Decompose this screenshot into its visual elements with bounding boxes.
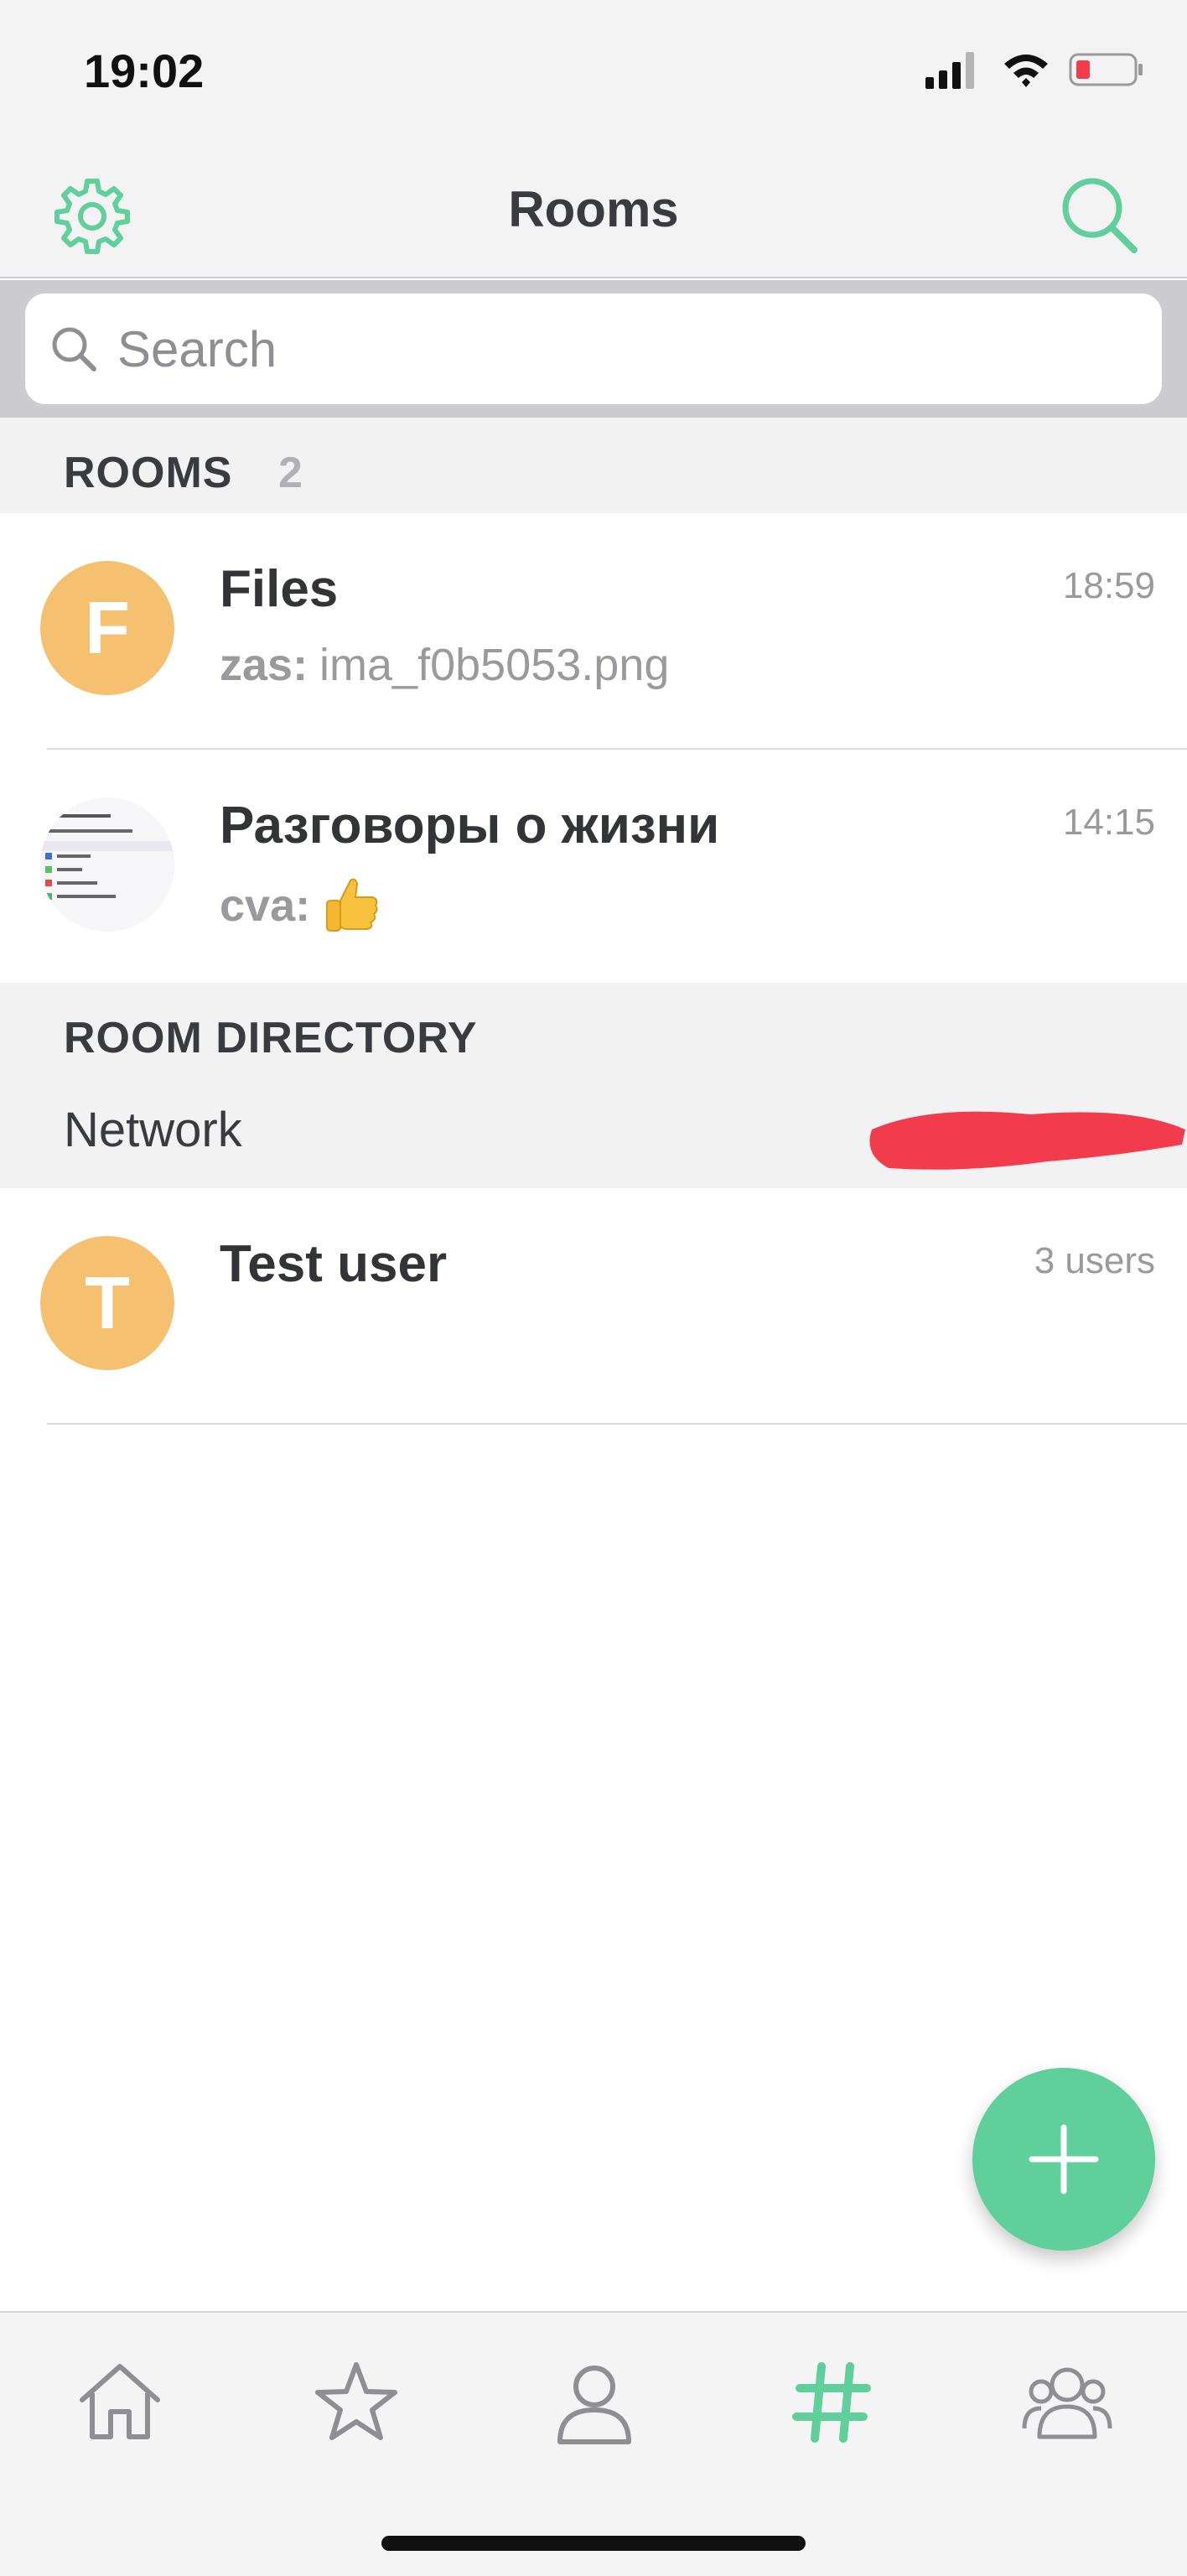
search-bar — [0, 280, 1187, 418]
status-time: 19:02 — [84, 44, 205, 97]
divider — [47, 1423, 1187, 1425]
avatar: T — [40, 1236, 174, 1370]
nav-bar: Rooms — [0, 143, 1187, 278]
person-icon[interactable] — [548, 2356, 640, 2449]
directory-row-test-user[interactable]: T Test user 3 users — [0, 1188, 1187, 1425]
search-field[interactable] — [25, 293, 1162, 404]
room-last-message: zas: ima_f0b5053.png — [220, 639, 669, 691]
avatar — [40, 797, 174, 932]
search-icon[interactable] — [1057, 173, 1141, 257]
message-sender: zas: — [220, 640, 308, 690]
section-count: 2 — [278, 449, 303, 497]
hashtag-icon[interactable] — [786, 2356, 879, 2449]
star-icon[interactable] — [310, 2356, 402, 2449]
message-sender: cva: — [220, 880, 311, 931]
create-room-button[interactable] — [972, 2068, 1155, 2251]
room-member-count: 3 users — [1034, 1240, 1155, 1281]
page-title: Rooms — [508, 181, 679, 237]
search-input[interactable] — [117, 312, 1123, 386]
room-title: Files — [220, 560, 339, 618]
home-indicator — [381, 2536, 806, 2551]
status-bar: 19:02 — [0, 0, 1187, 143]
room-title: Test user — [220, 1235, 448, 1293]
thumbs-up-emoji-icon — [326, 878, 378, 932]
tab-bar — [0, 2311, 1187, 2576]
network-label[interactable]: Network — [64, 1102, 242, 1158]
section-title: ROOM DIRECTORY — [64, 1014, 478, 1062]
home-icon[interactable] — [74, 2356, 166, 2449]
status-icons — [925, 52, 1143, 89]
redaction-scribble — [869, 1111, 1185, 1170]
room-row-files[interactable]: F Files 18:59 zas: ima_f0b5053.png — [0, 513, 1187, 750]
rooms-section-header: ROOMS 2 — [0, 418, 1187, 513]
message-text: ima_f0b5053.png — [319, 640, 670, 690]
room-last-message: cva: — [220, 875, 381, 936]
section-title: ROOMS — [64, 449, 233, 497]
people-icon[interactable] — [1021, 2356, 1113, 2449]
room-time: 18:59 — [1062, 565, 1155, 606]
cellular-signal-icon — [925, 52, 974, 89]
room-directory-header: ROOM DIRECTORY Network — [0, 983, 1187, 1188]
wifi-icon — [1004, 55, 1048, 87]
search-icon — [52, 327, 96, 371]
room-time: 14:15 — [1062, 802, 1155, 843]
room-row-conversations[interactable]: Разговоры о жизни 14:15 cva: — [0, 750, 1187, 986]
screenshot-thumbnail-icon — [40, 797, 174, 932]
plus-icon — [1029, 2124, 1099, 2194]
battery-icon — [1069, 53, 1143, 86]
avatar: F — [40, 561, 174, 695]
room-title: Разговоры о жизни — [220, 797, 720, 854]
